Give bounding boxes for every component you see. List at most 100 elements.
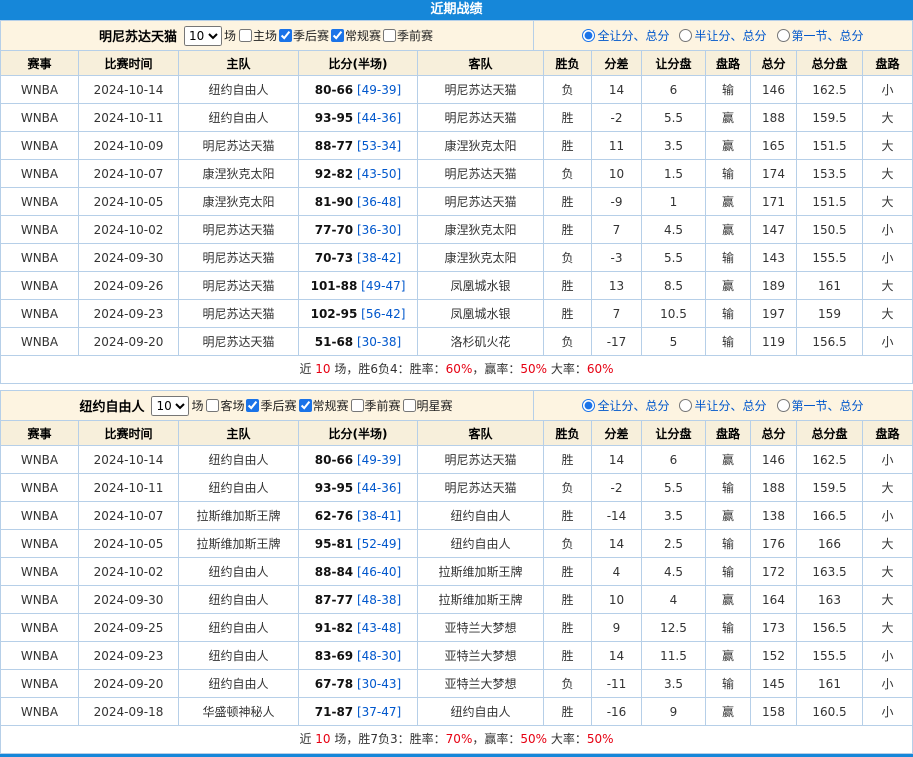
filter-checkbox-2[interactable]: 常规赛	[331, 27, 381, 44]
total-points-cell: 147	[751, 216, 797, 244]
filter-checkbox-0[interactable]: 客场	[206, 397, 244, 414]
home-team-cell: 纽约自由人	[179, 104, 299, 132]
filter-radio-1[interactable]: 半让分、总分	[679, 397, 766, 414]
column-header: 主队	[179, 51, 299, 76]
half-time-score: [48-30]	[357, 649, 401, 663]
total-points-cell: 165	[751, 132, 797, 160]
handicap-result-cell: 输	[706, 614, 751, 642]
radio-input[interactable]	[777, 29, 790, 42]
league-cell: WNBA	[1, 132, 79, 160]
score-cell: 102-95 [56-42]	[299, 300, 418, 328]
half-time-score: [30-38]	[357, 335, 401, 349]
date-cell: 2024-10-09	[79, 132, 179, 160]
summary-text-segment: 60%	[587, 362, 614, 376]
radio-input[interactable]	[582, 399, 595, 412]
column-header: 比分(半场)	[299, 51, 418, 76]
result-cell: 胜	[544, 502, 592, 530]
filter-checkbox-1[interactable]: 季后赛	[279, 27, 329, 44]
total-line-cell: 150.5	[797, 216, 863, 244]
half-time-score: [36-48]	[357, 195, 401, 209]
filter-checkbox-4[interactable]: 明星赛	[403, 397, 453, 414]
summary-text-segment: 大率：	[547, 362, 587, 376]
league-cell: WNBA	[1, 244, 79, 272]
radio-input[interactable]	[582, 29, 595, 42]
league-cell: WNBA	[1, 502, 79, 530]
match-row: WNBA2024-10-02明尼苏达天猫77-70 [36-30]康涅狄克太阳胜…	[1, 216, 913, 244]
summary-text-segment: 场，胜6负4：胜率：	[331, 362, 446, 376]
handicap-line-cell: 9	[642, 698, 706, 726]
filter-radio-0[interactable]: 全让分、总分	[582, 27, 669, 44]
away-team-cell: 亚特兰大梦想	[418, 642, 544, 670]
handicap-result-cell: 输	[706, 328, 751, 356]
filter-radio-2[interactable]: 第一节、总分	[777, 27, 864, 44]
home-team-cell: 明尼苏达天猫	[179, 300, 299, 328]
match-row: WNBA2024-10-11纽约自由人93-95 [44-36]明尼苏达天猫负-…	[1, 474, 913, 502]
half-time-score: [52-49]	[357, 537, 401, 551]
half-time-score: [56-42]	[361, 307, 405, 321]
checkbox-input[interactable]	[331, 29, 344, 42]
match-row: WNBA2024-10-11纽约自由人93-95 [44-36]明尼苏达天猫胜-…	[1, 104, 913, 132]
filter-radios: 全让分、总分半让分、总分第一节、总分	[533, 21, 912, 50]
result-cell: 胜	[544, 642, 592, 670]
handicap-line-cell: 3.5	[642, 502, 706, 530]
column-header: 比赛时间	[79, 421, 179, 446]
filter-checkbox-0[interactable]: 主场	[239, 27, 277, 44]
summary-text-segment: 10	[315, 362, 330, 376]
total-points-cell: 164	[751, 586, 797, 614]
games-count-select[interactable]: 10	[151, 396, 189, 416]
checkbox-input[interactable]	[383, 29, 396, 42]
column-header: 分差	[592, 421, 642, 446]
filter-checkbox-2[interactable]: 常规赛	[299, 397, 349, 414]
half-time-score: [43-48]	[357, 621, 401, 635]
point-diff-cell: -2	[592, 474, 642, 502]
total-line-cell: 159.5	[797, 474, 863, 502]
handicap-line-cell: 6	[642, 76, 706, 104]
filter-checkboxes: 客场季后赛常规赛季前赛明星赛	[206, 397, 454, 415]
total-result-cell: 大	[863, 530, 913, 558]
results-body: WNBA2024-10-14纽约自由人80-66 [49-39]明尼苏达天猫负1…	[1, 76, 913, 356]
filter-checkbox-3[interactable]: 季前赛	[383, 27, 433, 44]
checkbox-input[interactable]	[239, 29, 252, 42]
radio-input[interactable]	[777, 399, 790, 412]
handicap-line-cell: 12.5	[642, 614, 706, 642]
filter-radio-2[interactable]: 第一节、总分	[777, 397, 864, 414]
score-cell: 101-88 [49-47]	[299, 272, 418, 300]
handicap-line-cell: 5.5	[642, 104, 706, 132]
match-row: WNBA2024-09-26明尼苏达天猫101-88 [49-47]凤凰城水银胜…	[1, 272, 913, 300]
result-cell: 胜	[544, 698, 592, 726]
radio-input[interactable]	[679, 399, 692, 412]
league-cell: WNBA	[1, 446, 79, 474]
filter-radio-1[interactable]: 半让分、总分	[679, 27, 766, 44]
checkbox-label: 主场	[253, 27, 277, 44]
filter-checkbox-1[interactable]: 季后赛	[246, 397, 296, 414]
match-row: WNBA2024-09-25纽约自由人91-82 [43-48]亚特兰大梦想胜9…	[1, 614, 913, 642]
checkbox-input[interactable]	[206, 399, 219, 412]
checkbox-input[interactable]	[299, 399, 312, 412]
date-cell: 2024-09-23	[79, 642, 179, 670]
checkbox-input[interactable]	[246, 399, 259, 412]
games-count-select[interactable]: 10	[184, 26, 222, 46]
score-cell: 51-68 [30-38]	[299, 328, 418, 356]
filter-radio-0[interactable]: 全让分、总分	[582, 397, 669, 414]
away-team-cell: 亚特兰大梦想	[418, 670, 544, 698]
column-header: 比分(半场)	[299, 421, 418, 446]
checkbox-input[interactable]	[403, 399, 416, 412]
total-line-cell: 160.5	[797, 698, 863, 726]
results-table: 赛事比赛时间主队比分(半场)客队胜负分差让分盘盘路总分总分盘盘路 WNBA202…	[0, 420, 913, 726]
checkbox-label: 季前赛	[365, 397, 401, 414]
summary-text-segment: 50%	[520, 732, 547, 746]
point-diff-cell: -2	[592, 104, 642, 132]
total-line-cell: 153.5	[797, 160, 863, 188]
match-row: WNBA2024-09-20明尼苏达天猫51-68 [30-38]洛杉矶火花负-…	[1, 328, 913, 356]
final-score: 80-66	[315, 453, 353, 467]
results-body: WNBA2024-10-14纽约自由人80-66 [49-39]明尼苏达天猫胜1…	[1, 446, 913, 726]
radio-input[interactable]	[679, 29, 692, 42]
away-team-cell: 明尼苏达天猫	[418, 188, 544, 216]
checkbox-input[interactable]	[279, 29, 292, 42]
league-cell: WNBA	[1, 586, 79, 614]
checkbox-input[interactable]	[351, 399, 364, 412]
section-new-york-liberty: 纽约自由人 10 场 客场季后赛常规赛季前赛明星赛 全让分、总分半让分、总分第一…	[0, 390, 913, 754]
filter-checkbox-3[interactable]: 季前赛	[351, 397, 401, 414]
final-score: 95-81	[315, 537, 353, 551]
total-line-cell: 151.5	[797, 188, 863, 216]
